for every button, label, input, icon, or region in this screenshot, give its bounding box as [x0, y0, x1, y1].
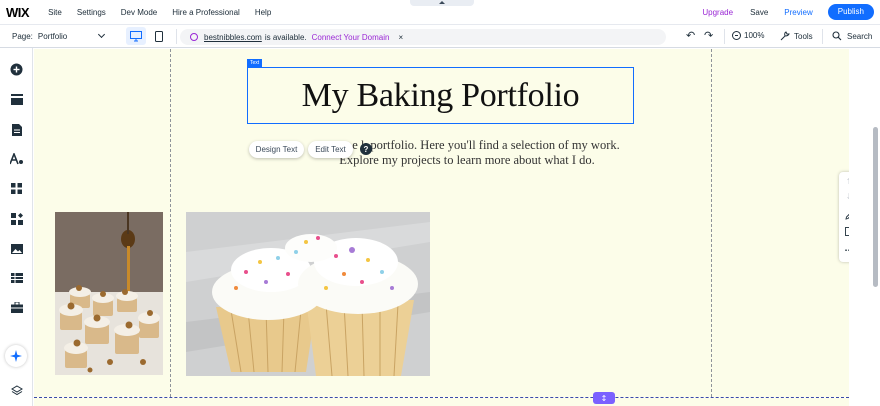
undo-icon[interactable]: ↶	[686, 29, 695, 42]
design-text-button[interactable]: Design Text	[249, 141, 304, 158]
add-elements-icon[interactable]	[10, 63, 23, 76]
page-title: My Baking Portfolio	[301, 76, 580, 114]
media-icon[interactable]	[10, 242, 23, 255]
search-label: Search	[847, 31, 873, 41]
sprinkle-cupcakes-illustration	[186, 212, 430, 376]
menu-hire-professional[interactable]: Hire a Professional	[172, 8, 240, 17]
sparkle-icon	[10, 350, 22, 362]
menu-site[interactable]: Site	[48, 8, 62, 17]
honey-cupcakes-illustration	[55, 212, 163, 375]
canvas-bottom	[34, 398, 849, 406]
text-element-tag: Text	[247, 59, 263, 67]
upgrade-link[interactable]: Upgrade	[702, 8, 733, 17]
title-text-element[interactable]: My Baking Portfolio	[247, 67, 634, 124]
pages-icon[interactable]	[10, 123, 23, 136]
publish-button[interactable]: Publish	[827, 4, 874, 20]
connect-domain-link[interactable]: Connect Your Domain	[312, 33, 390, 42]
help-icon[interactable]: ?	[360, 143, 372, 155]
apps-icon[interactable]	[10, 182, 23, 195]
sections-icon[interactable]	[10, 93, 23, 106]
tools-button[interactable]: Tools	[780, 31, 813, 41]
business-apps-icon[interactable]	[10, 212, 23, 225]
collapse-handle[interactable]	[410, 0, 474, 6]
preview-button[interactable]: Preview	[784, 8, 812, 17]
section-boundary	[34, 397, 849, 398]
sprinkle-cupcakes-image[interactable]	[186, 212, 430, 376]
tools-label: Tools	[794, 31, 813, 41]
globe-icon	[190, 33, 198, 41]
zoom-value: 100%	[744, 31, 765, 40]
divider	[176, 29, 177, 44]
zoom-out-icon	[732, 31, 741, 40]
domain-banner: bestnibbles.com is available. Connect Yo…	[180, 29, 666, 45]
mobile-view-button[interactable]	[149, 27, 169, 45]
divider	[724, 29, 725, 44]
close-icon[interactable]: ×	[398, 33, 403, 42]
domain-availability: is available.	[264, 32, 307, 42]
left-sidebar	[0, 48, 33, 406]
layers-icon[interactable]	[10, 384, 23, 397]
scrollbar-thumb[interactable]	[873, 127, 878, 287]
design-icon[interactable]	[10, 152, 23, 165]
menu-dev-mode[interactable]: Dev Mode	[121, 8, 157, 17]
zoom-control[interactable]: 100%	[732, 31, 764, 40]
tools-icon	[780, 31, 790, 41]
search-button[interactable]: Search	[832, 31, 872, 41]
gridline-left	[170, 49, 171, 397]
ai-assistant-button[interactable]	[5, 345, 27, 367]
domain-name[interactable]: bestnibbles.com	[204, 33, 262, 42]
top-actions: Upgrade Save Preview Publish	[702, 0, 880, 24]
honey-cupcakes-image[interactable]	[55, 212, 163, 375]
section-resize-handle[interactable]: ↕	[593, 392, 615, 404]
menu-help[interactable]: Help	[255, 8, 271, 17]
top-menu: Site Settings Dev Mode Hire a Profession…	[48, 8, 271, 17]
mobile-icon	[155, 30, 163, 42]
chevron-down-icon	[97, 30, 105, 39]
page-label: Page:	[12, 31, 33, 41]
page-selector[interactable]: Portfolio	[37, 30, 108, 41]
top-bar: WIX Site Settings Dev Mode Hire a Profes…	[0, 0, 880, 24]
gridline-right	[711, 49, 712, 397]
redo-icon[interactable]: ↷	[704, 29, 713, 42]
cms-icon[interactable]	[10, 271, 23, 284]
desktop-icon	[130, 30, 142, 41]
save-button[interactable]: Save	[750, 8, 768, 17]
wix-logo[interactable]: WIX	[6, 5, 30, 20]
menu-settings[interactable]: Settings	[77, 8, 106, 17]
portfolio-icon[interactable]	[10, 301, 23, 314]
edit-text-button[interactable]: Edit Text	[308, 141, 353, 158]
desktop-view-button[interactable]	[126, 27, 146, 45]
search-icon	[832, 31, 842, 41]
scroll-area	[849, 49, 880, 406]
page-toolbar: Page: Portfolio bestnibbles.com is avail…	[0, 24, 880, 48]
page-select-value: Portfolio	[37, 31, 68, 41]
divider	[822, 29, 823, 44]
